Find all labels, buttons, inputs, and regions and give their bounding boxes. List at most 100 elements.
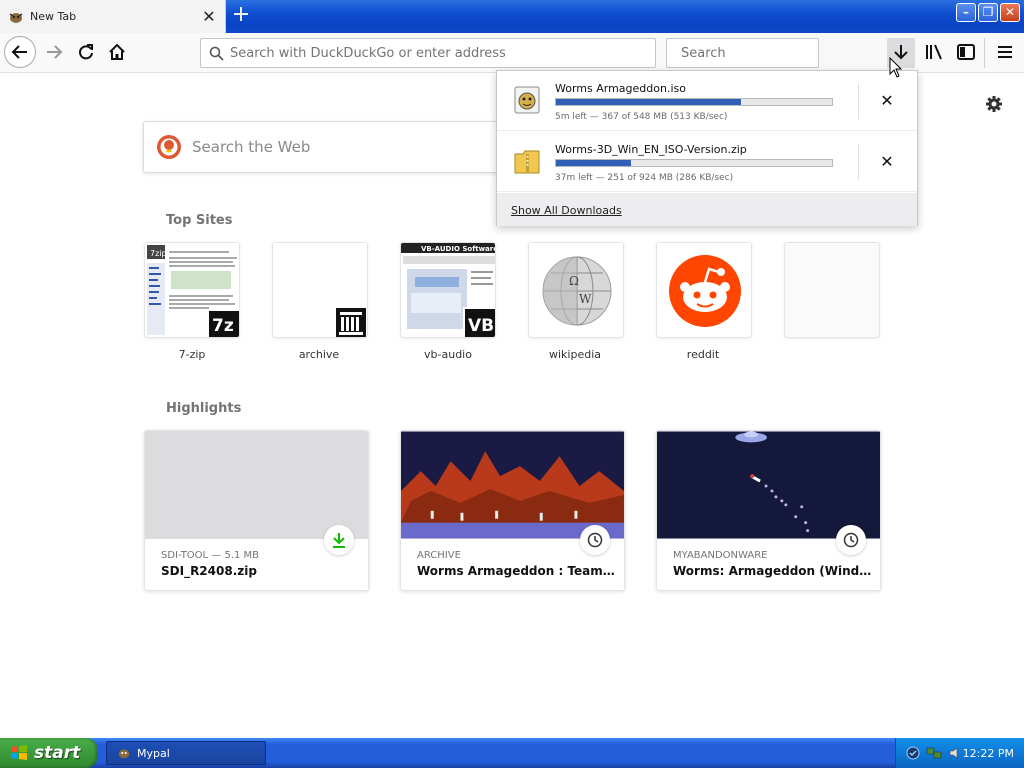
gear-icon (986, 96, 1002, 112)
windows-logo-icon (11, 745, 27, 760)
highlight-image-placeholder (145, 431, 368, 539)
restore-button[interactable]: ❐ (978, 3, 998, 22)
highlight-card-sdi[interactable]: SDI-TOOL — 5.1 MB SDI_R2408.zip (144, 430, 369, 591)
highlight-card-archive[interactable]: ARCHIVE Worms Armageddon : Team 17 ... (400, 430, 625, 591)
highlight-card-myabandonware[interactable]: MYABANDONWARE Worms: Armageddon (Window.… (656, 430, 881, 591)
network-icon[interactable] (926, 746, 942, 760)
top-site-label: wikipedia (548, 348, 601, 361)
back-arrow-icon (11, 45, 27, 59)
download-filename: Worms Armageddon.iso (555, 82, 686, 95)
worms-screenshot-image (401, 431, 624, 539)
top-site-vb-audio[interactable]: VB-AUDIO Software VB (400, 242, 496, 338)
mouse-cursor-icon (889, 57, 903, 78)
new-tab-button[interactable]: + (230, 4, 252, 28)
cancel-download-icon[interactable]: ✕ (875, 150, 899, 174)
highlights-heading: Highlights (166, 401, 242, 416)
downloads-panel: Worms Armageddon.iso 5m left — 367 of 54… (496, 70, 918, 226)
browser-favicon-icon (8, 9, 24, 25)
clock: 12:22 PM (962, 746, 1014, 760)
7zip-thumbnail: 7zip 7z (145, 243, 239, 337)
sidebar-button[interactable] (954, 40, 978, 64)
home-icon (109, 43, 125, 60)
sidebar-icon (957, 44, 975, 60)
download-status: 5m left — 367 of 548 MB (513 KB/sec) (555, 112, 728, 122)
tab-new-tab[interactable]: New Tab ✕ (0, 0, 226, 33)
mypal-app-icon (118, 749, 130, 759)
show-all-downloads-label: Show All Downloads (511, 204, 622, 217)
system-tray: 12:22 PM (895, 738, 1024, 768)
taskbar-item-mypal[interactable]: Mypal (106, 741, 266, 765)
svg-text:W: W (579, 292, 592, 306)
zip-folder-icon (514, 150, 540, 174)
tab-close-icon[interactable]: ✕ (199, 7, 219, 27)
forward-button[interactable] (42, 40, 66, 64)
reload-icon (79, 44, 93, 60)
download-status: 37m left — 251 of 924 MB (286 KB/sec) (555, 173, 734, 183)
start-button[interactable]: start (0, 738, 98, 768)
library-icon (926, 44, 942, 60)
top-site-empty (784, 242, 880, 338)
download-progress-fill (556, 160, 631, 166)
divider (858, 144, 859, 180)
start-label: start (34, 743, 81, 763)
window-close-button[interactable]: ✕ (1000, 3, 1020, 22)
highlight-source: SDI-TOOL — 5.1 MB (161, 550, 260, 561)
download-progress-bar (555, 98, 833, 106)
worms-menu-image (657, 431, 880, 539)
search-input[interactable] (681, 45, 851, 61)
toolbar-divider (984, 38, 985, 68)
archive-logo-icon (273, 243, 367, 337)
top-site-label: 7-zip (178, 348, 206, 361)
download-item[interactable]: Worms-3D_Win_EN_ISO-Version.zip 37m left… (497, 132, 917, 192)
top-site-wikipedia[interactable]: Ω W (528, 242, 624, 338)
hamburger-menu-icon (998, 46, 1012, 58)
reddit-logo-icon (657, 243, 751, 337)
clock-icon (836, 525, 866, 555)
highlight-title: Worms: Armageddon (Window... (673, 564, 873, 578)
back-button[interactable] (4, 36, 36, 68)
top-site-7zip[interactable]: 7zip 7z (144, 242, 240, 338)
customize-settings-button[interactable] (984, 94, 1004, 114)
top-sites-heading: Top Sites (166, 213, 233, 228)
minimize-button[interactable]: – (956, 3, 976, 22)
highlight-source: ARCHIVE (417, 550, 461, 561)
reload-button[interactable] (74, 40, 98, 64)
vb-audio-thumbnail: VB-AUDIO Software VB (401, 243, 496, 337)
svg-text:7z: 7z (212, 316, 234, 336)
download-progress-fill (556, 99, 741, 105)
svg-text:VB: VB (468, 316, 494, 336)
download-progress-bar (555, 159, 833, 167)
top-site-label: archive (298, 348, 340, 361)
top-site-reddit[interactable] (656, 242, 752, 338)
top-site-label: vb-audio (424, 348, 472, 361)
svg-text:Ω: Ω (569, 274, 579, 288)
taskbar-item-label: Mypal (137, 746, 170, 760)
volume-icon[interactable] (948, 746, 962, 760)
cancel-download-icon[interactable]: ✕ (875, 89, 899, 113)
search-icon (209, 46, 224, 61)
tab-title: New Tab (30, 10, 77, 23)
library-button[interactable] (922, 40, 946, 64)
menu-button[interactable] (993, 40, 1017, 64)
highlight-title: Worms Armageddon : Team 17 ... (417, 564, 617, 578)
download-icon (324, 525, 354, 555)
divider (858, 83, 859, 119)
svg-text:VB-AUDIO Software: VB-AUDIO Software (421, 245, 496, 253)
top-site-archive[interactable] (272, 242, 368, 338)
highlight-title: SDI_R2408.zip (161, 564, 257, 578)
download-item[interactable]: Worms Armageddon.iso 5m left — 367 of 54… (497, 71, 917, 131)
address-input[interactable] (230, 45, 655, 61)
download-filename: Worms-3D_Win_EN_ISO-Version.zip (555, 143, 747, 156)
svg-text:7zip: 7zip (150, 249, 167, 258)
forward-arrow-icon (47, 45, 63, 59)
top-site-label: reddit (686, 348, 720, 361)
highlight-source: MYABANDONWARE (673, 550, 768, 561)
iso-file-icon (514, 86, 540, 114)
home-button[interactable] (105, 40, 129, 64)
security-shield-icon[interactable] (906, 746, 920, 760)
search-bar[interactable] (666, 38, 851, 68)
wikipedia-globe-icon: Ω W (529, 243, 623, 337)
show-all-downloads-button[interactable]: Show All Downloads (497, 193, 917, 226)
duckduckgo-logo-icon (157, 135, 181, 159)
address-bar[interactable] (200, 38, 656, 68)
